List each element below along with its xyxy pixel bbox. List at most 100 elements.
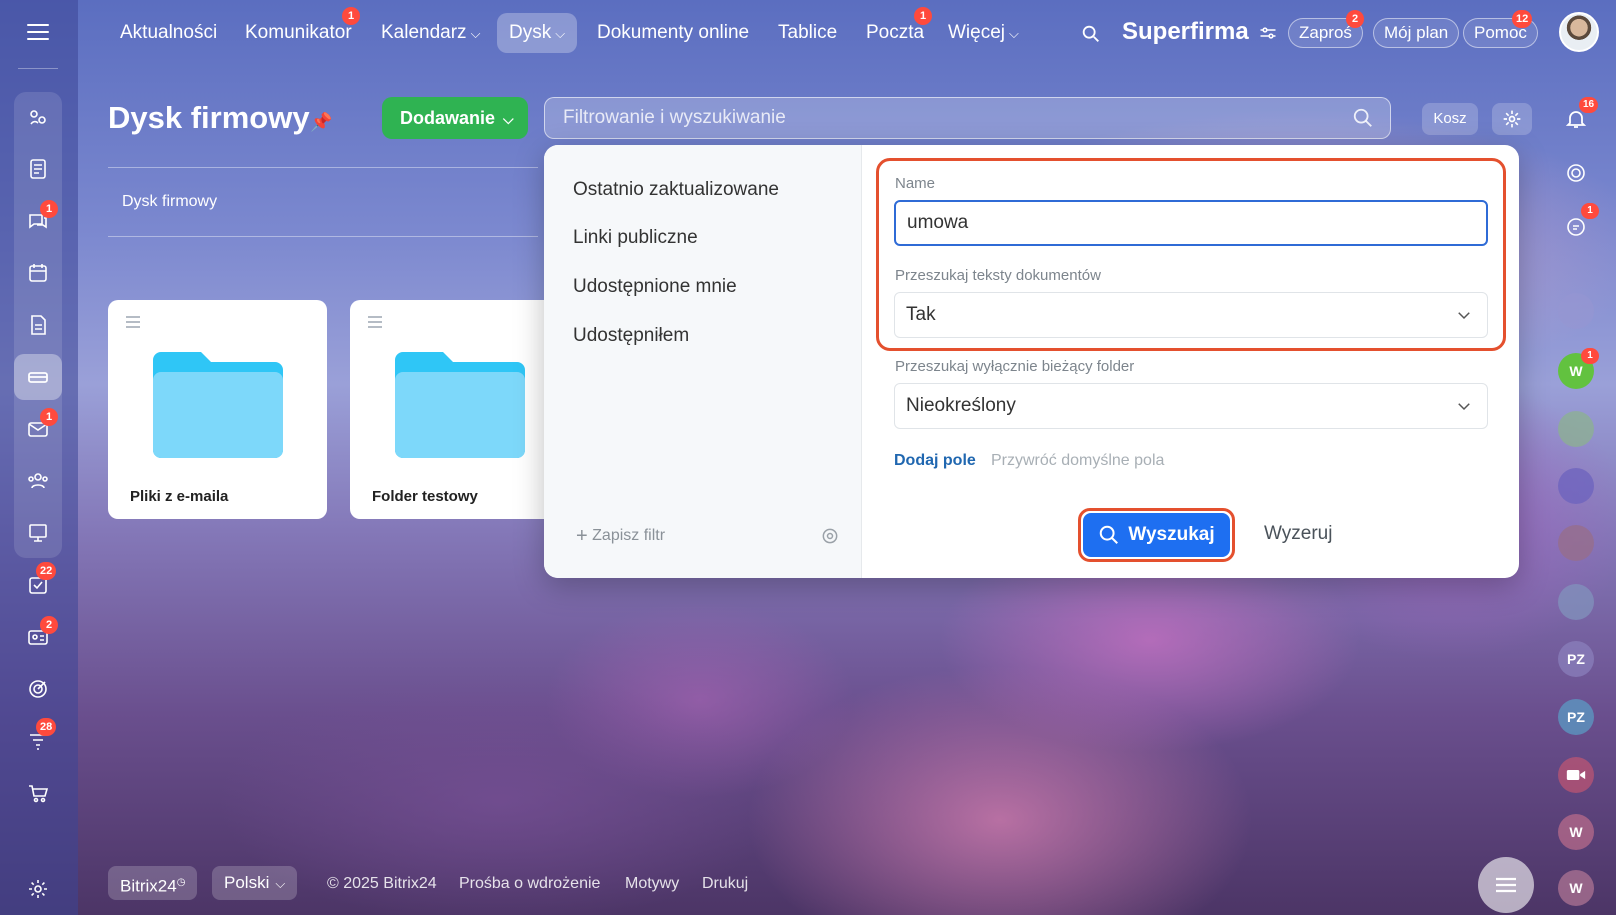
nav-item-more[interactable]: Więcej ⌵ [936,13,1031,53]
add-button[interactable]: Dodawanie ⌵ [382,97,528,139]
nav-item-calendar[interactable]: Kalendarz ⌵ [369,13,492,53]
menu-burger-icon[interactable] [27,24,49,40]
cart-icon [29,785,49,803]
bitrix24-link[interactable]: Bitrix24◷ [108,866,198,900]
sidebar-item-employees[interactable] [14,458,62,504]
preset-public-links[interactable]: Linki publiczne [573,227,698,249]
footer-link-print[interactable]: Drukuj [702,875,748,893]
footer-brand: Bitrix24 [120,876,177,896]
chat-badge: 1 [40,200,58,218]
nav-item-label: Więcej [948,22,1006,43]
highlight-frame [876,158,1506,351]
sidebar-item-mail[interactable]: 1 [14,406,62,452]
document-icon [31,315,46,335]
feed-icon [30,110,46,125]
reset-button[interactable]: Wyzeruj [1264,523,1332,545]
folder-name: Folder testowy [372,488,478,505]
avatar[interactable]: PZ [1558,699,1594,735]
sidebar-item-documents[interactable] [14,302,62,348]
avatar-badge: 1 [1581,348,1599,364]
sidebar-divider [18,68,58,69]
nav-item-drive[interactable]: Dysk ⌵ [497,13,578,53]
preset-shared-with-me[interactable]: Udostępnione mnie [573,276,737,298]
language-select[interactable]: Polski ⌵ [212,866,298,900]
avatar[interactable] [1558,525,1594,561]
sidebar-item-sites[interactable]: 28 [14,718,62,764]
sidebar-item-crm[interactable]: 2 [14,614,62,660]
menu-icon[interactable] [368,316,382,331]
gear-icon [1503,110,1521,128]
footer-link-themes[interactable]: Motywy [625,875,679,893]
drive-settings-button[interactable] [1492,103,1532,135]
pin-icon[interactable]: 📌 [310,112,332,133]
avatar[interactable] [1558,293,1594,329]
search-icon[interactable] [1352,107,1374,129]
restore-fields-link[interactable]: Przywróć domyślne pola [991,452,1164,470]
nav-item-online-documents[interactable]: Dokumenty online [585,13,761,53]
chevron-down-icon: ⌵ [503,111,514,127]
footer-link-implementation[interactable]: Prośba o wdrożenie [459,875,600,893]
filter-popup: Ostatnio zaktualizowane Linki publiczne … [544,145,1519,578]
current-folder-select[interactable]: Nieokreślony [894,383,1488,429]
sidebar-item-feed[interactable] [14,95,62,141]
trash-button[interactable]: Kosz [1422,103,1478,135]
menu-icon[interactable] [126,316,140,331]
language-value: Polski [224,873,270,892]
avatar[interactable]: W [1558,814,1594,850]
company-brand[interactable]: Superfirma [1122,18,1277,46]
select-value: Nieokreślony [906,395,1016,416]
gear-icon[interactable] [820,526,840,546]
filter-presets: Ostatnio zaktualizowane Linki publiczne … [544,145,862,578]
sidebar-item-shop[interactable] [14,770,62,816]
chevron-down-icon: ⌵ [470,26,481,41]
preset-recently-updated[interactable]: Ostatnio zaktualizowane [573,179,779,201]
sidebar-item-drive[interactable] [14,354,62,400]
save-filter-label: Zapisz filtr [592,527,666,544]
tasks-badge: 22 [36,562,57,580]
settings-sliders-icon [1260,27,1276,39]
chevron-down-icon: ⌵ [275,876,286,891]
breadcrumb[interactable]: Dysk firmowy [122,193,217,211]
nav-item-label: Komunikator [245,22,352,43]
invite-badge: 2 [1346,10,1364,28]
search-button[interactable]: Wyszukaj [1083,513,1230,557]
folder-icon [395,352,525,458]
nav-item-news[interactable]: Aktualności [108,13,229,53]
sidebar-item-workgroups[interactable] [14,510,62,556]
folder-card[interactable]: Pliki z e-maila [108,300,327,519]
preset-shared-by-me[interactable]: Udostępniłem [573,325,689,347]
add-field-link[interactable]: Dodaj pole [894,452,976,470]
search-button-label: Wyszukaj [1128,524,1215,545]
chevron-down-icon: ⌵ [555,26,566,41]
fingerprint-icon[interactable] [1558,155,1594,191]
my-plan-button[interactable]: Mój plan [1373,18,1460,48]
save-filter-button[interactable]: + Zapisz filtr [576,525,665,548]
user-avatar[interactable] [1559,12,1599,52]
video-icon[interactable] [1558,757,1594,793]
nav-item-boards[interactable]: Tablice [766,13,849,53]
calendar-icon [29,264,47,282]
search-icon[interactable] [1080,23,1102,45]
sidebar-item-chat[interactable]: 1 [14,198,62,244]
folder-icon [153,352,283,458]
sidebar-item-goals[interactable] [14,666,62,712]
sidebar-item-settings[interactable] [14,866,62,912]
avatar[interactable]: PZ [1558,641,1594,677]
avatar-initial: PZ [1567,651,1585,667]
sidebar-item-tasks[interactable]: 22 [14,562,62,608]
folder-card[interactable]: Folder testowy [350,300,569,519]
sidebar-item-calendar[interactable] [14,250,62,296]
avatar[interactable] [1558,411,1594,447]
open-chat-button[interactable] [1478,857,1534,913]
avatar[interactable] [1558,584,1594,620]
filter-search-input[interactable]: Filtrowanie i wyszukiwanie [544,97,1391,139]
messenger-badge: 1 [342,7,360,25]
sidebar-item-news[interactable] [14,146,62,192]
avatar[interactable]: W [1558,870,1594,906]
target-icon [29,680,47,698]
top-navigation: Aktualności Komunikator 1 Kalendarz ⌵ Dys… [78,0,1616,68]
folder-name: Pliki z e-maila [130,488,229,505]
avatar[interactable] [1558,468,1594,504]
chat-panel-badge: 1 [1581,203,1599,219]
gear-icon [29,880,47,898]
